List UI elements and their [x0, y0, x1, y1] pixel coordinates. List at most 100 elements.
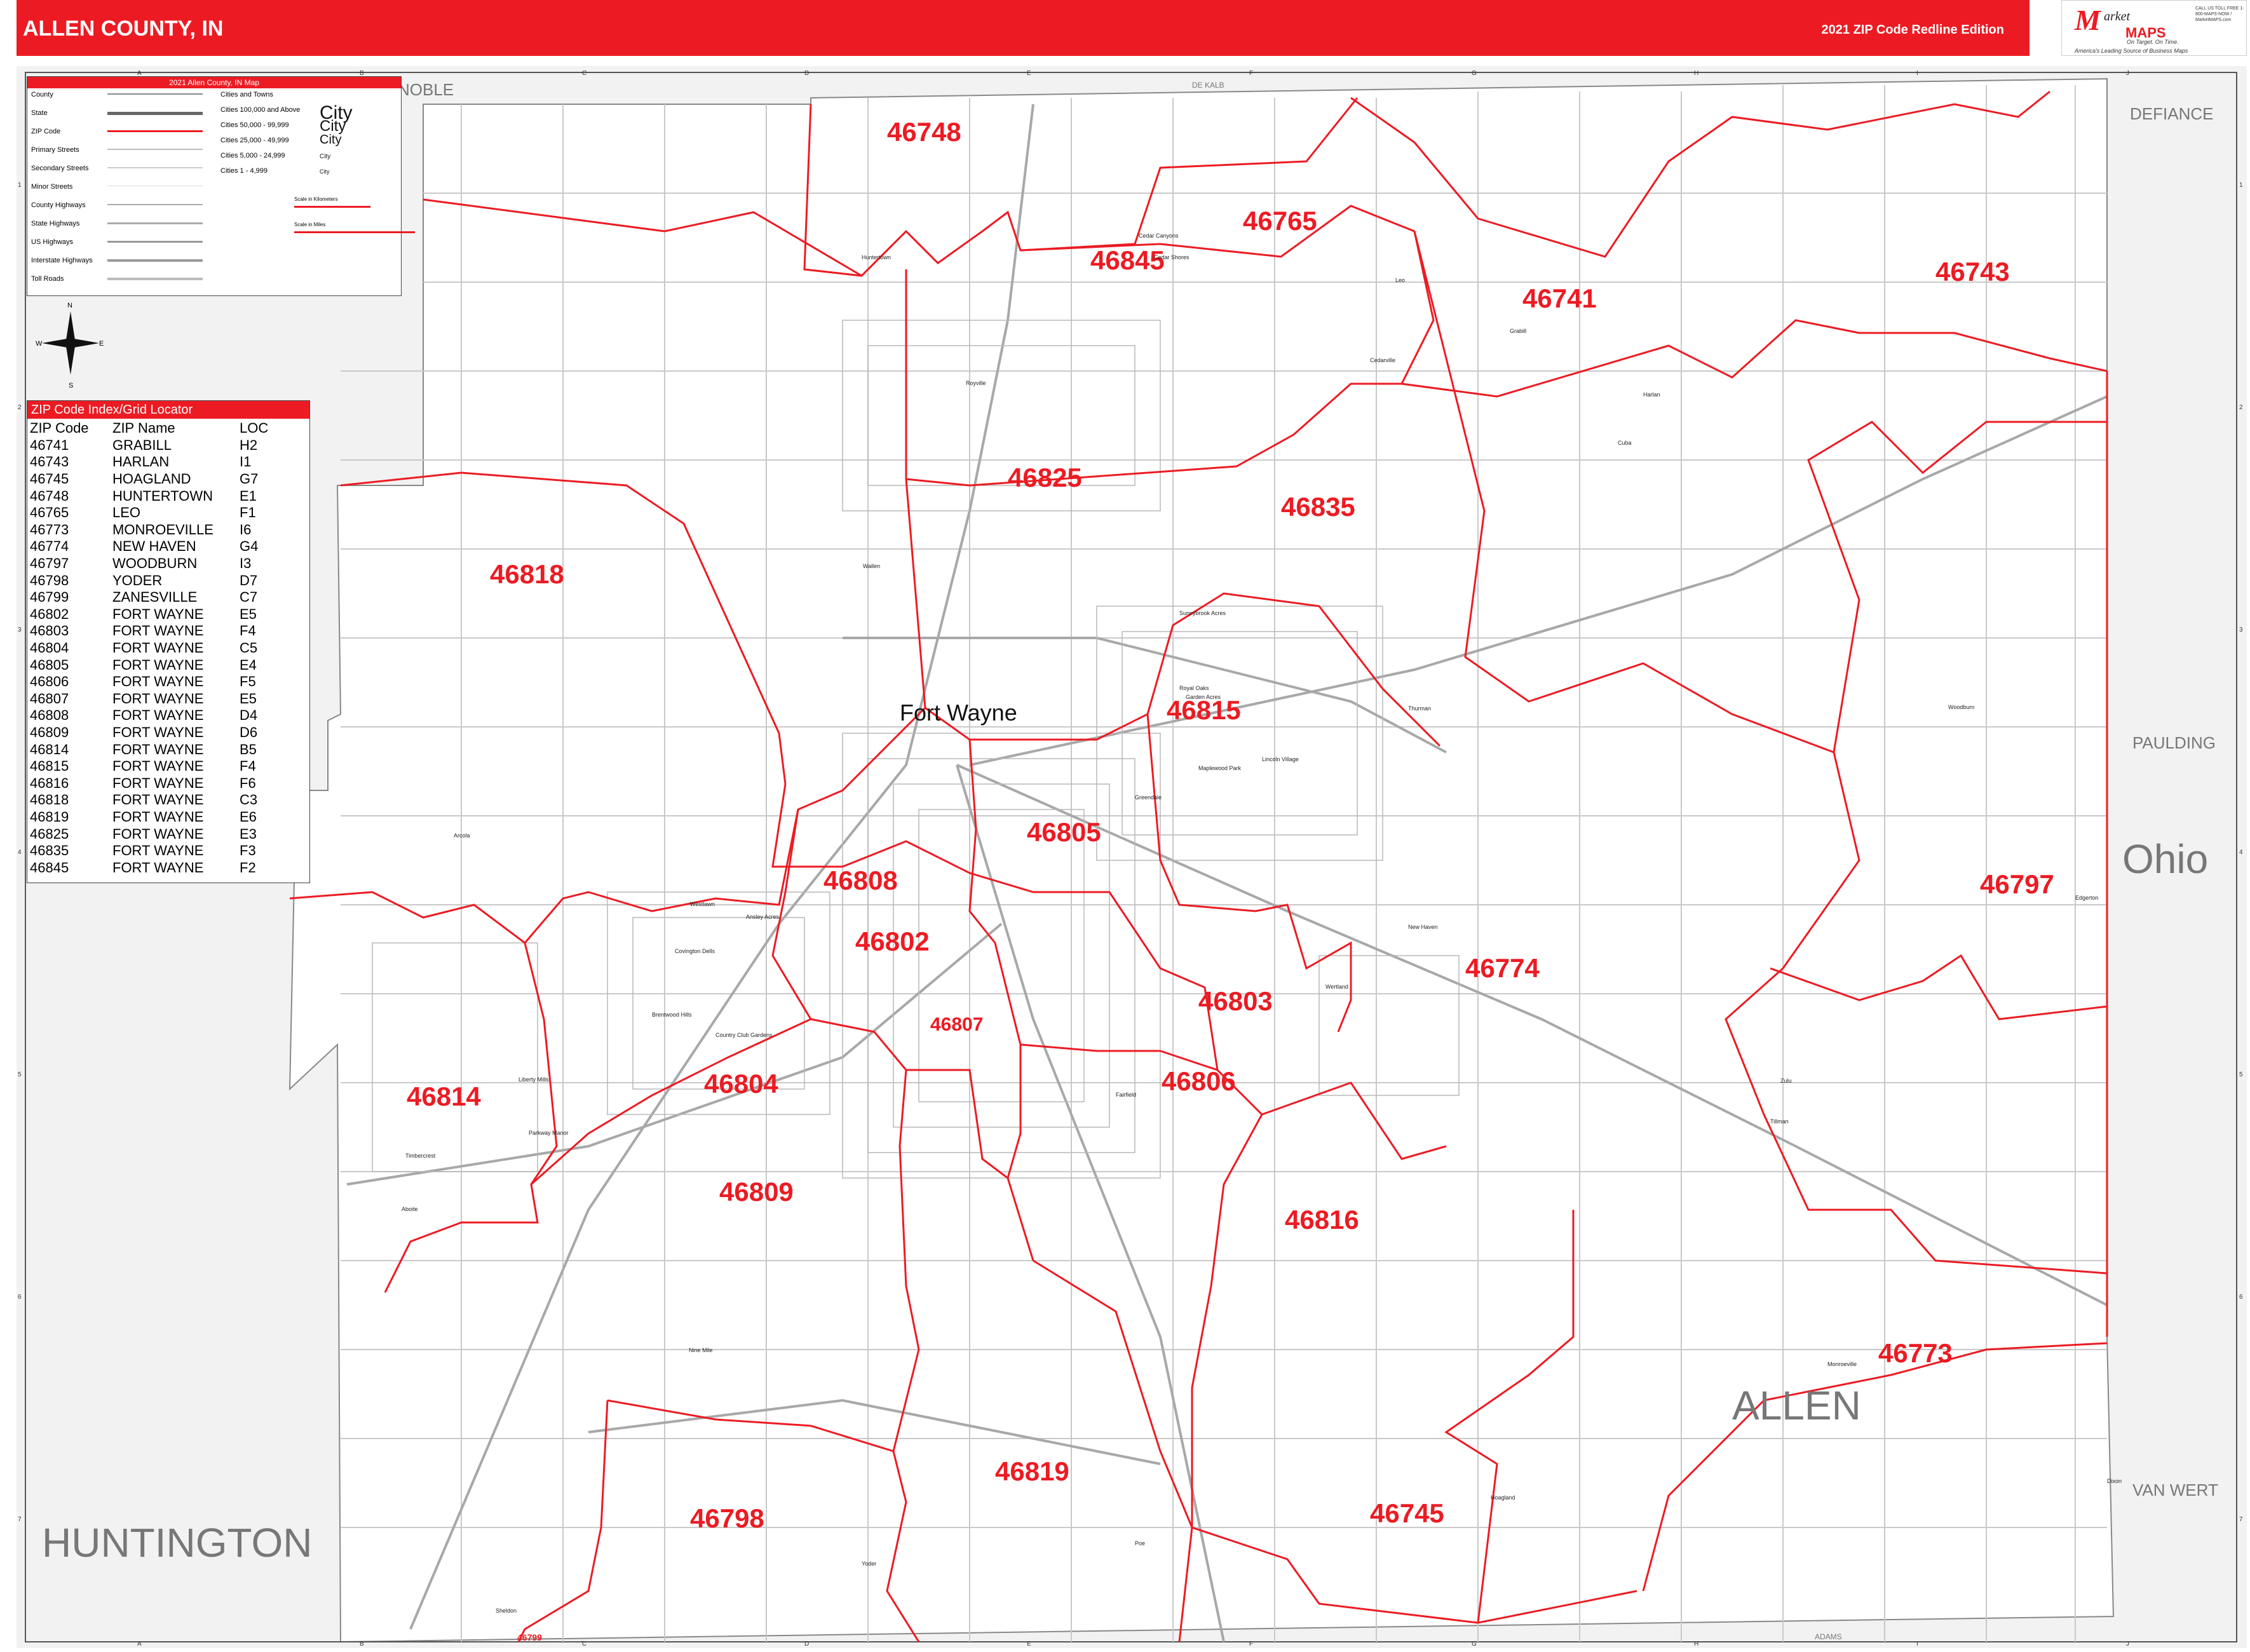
town-label: Tillman — [1770, 1118, 1789, 1125]
zip-loc-cell: E4 — [240, 656, 257, 673]
market-maps-logo: M arket MAPS On Target. On Time. America… — [2061, 0, 2247, 56]
zip-name-cell: FORT WAYNE — [112, 792, 204, 808]
table-row: 46799 ZANESVILLE C7 — [30, 589, 293, 606]
town-label: Ansley Acres — [746, 914, 780, 920]
zip-label: 46809 — [719, 1177, 794, 1207]
county-label-adams: ADAMS — [1815, 1632, 1842, 1641]
town-label: Greendale — [1135, 794, 1162, 801]
town-label: Sunnybrook Acres — [1179, 610, 1226, 616]
zip-name-cell: FORT WAYNE — [112, 640, 204, 656]
grid-row-3-left: 3 — [18, 626, 22, 633]
table-row: 46845 FORT WAYNE F2 — [30, 859, 293, 876]
legend-row-primary: Primary Streets — [31, 146, 222, 165]
zip-label: 46825 — [1008, 463, 1082, 492]
legend-cities: Cities and Towns Cities 100,000 and Abov… — [220, 91, 398, 182]
zip-label: 46802 — [855, 926, 930, 956]
grid-col-i-top: I — [1916, 70, 1918, 77]
zip-name-cell: HUNTERTOWN — [112, 487, 213, 504]
compass-needle-north — [66, 311, 75, 343]
secondary-street-swatch — [107, 167, 203, 172]
town-label: Maplewood Park — [1198, 765, 1242, 771]
zip-name-cell: FORT WAYNE — [112, 758, 204, 775]
legend-row-us-hwy: US Highways — [31, 238, 222, 257]
table-row: 46741 GRABILL H2 — [30, 437, 293, 454]
city-label-fort-wayne: Fort Wayne — [900, 700, 1017, 726]
zip-label: 46798 — [690, 1503, 764, 1533]
zip-label: 46803 — [1198, 986, 1273, 1016]
zip-name-cell: ZANESVILLE — [112, 589, 198, 606]
zip-label: 46741 — [1522, 283, 1597, 313]
map-canvas[interactable]: A B C D E F G H I J A B C D E F G H I J … — [17, 66, 2247, 1648]
primary-street-swatch — [107, 149, 203, 154]
minor-street-swatch — [107, 186, 203, 190]
table-row: 46743 HARLAN I1 — [30, 454, 293, 471]
map-frame[interactable]: A B C D E F G H I J A B C D E F G H I J … — [17, 66, 2247, 1648]
zip-index-body: 46741 GRABILL H2 46743 HARLAN I1 46745 HOAGLAND… — [30, 437, 293, 876]
zip-label: 46773 — [1878, 1338, 1953, 1368]
legend-row-minor: Minor Streets — [31, 183, 222, 201]
legend-row-state-hwy: State Highways — [31, 220, 222, 238]
zip-code-cell: 46804 — [30, 640, 69, 656]
county-swatch — [107, 93, 203, 98]
county-label-dekalb: DE KALB — [1192, 81, 1224, 90]
zip-loc-cell: E5 — [240, 606, 257, 622]
zip-label: 46748 — [887, 117, 961, 147]
town-label: Monroeville — [1827, 1361, 1857, 1367]
grid-row-4-left: 4 — [18, 849, 22, 856]
zip-loc-cell: C3 — [240, 792, 258, 808]
zip-label: 46818 — [490, 559, 564, 589]
grid-col-c-bottom: C — [582, 1641, 586, 1648]
town-label: Thurman — [1408, 705, 1431, 712]
table-row: 46797 WOODBURN I3 — [30, 555, 293, 572]
zip-name-cell: FORT WAYNE — [112, 825, 204, 842]
town-label: Woodburn — [1948, 704, 1974, 710]
town-label: Royville — [966, 380, 986, 386]
table-row: 46802 FORT WAYNE E5 — [30, 606, 293, 623]
town-label: Zulu — [1780, 1078, 1792, 1084]
compass-needle-south — [66, 343, 75, 375]
grid-row-7-right: 7 — [2239, 1516, 2243, 1523]
table-row: 46805 FORT WAYNE E4 — [30, 656, 293, 674]
compass-w: W — [36, 340, 43, 348]
grid-col-j-top: J — [2126, 70, 2129, 77]
town-label: Cedarville — [1370, 357, 1395, 363]
town-label: Liberty Mills — [518, 1076, 549, 1083]
zip-name-cell: GRABILL — [112, 437, 172, 453]
zip-name-cell: YODER — [112, 572, 163, 588]
zip-loc-cell: F2 — [240, 859, 256, 876]
town-label: Leo — [1395, 277, 1405, 283]
zip-loc-cell: B5 — [240, 741, 257, 757]
table-row: 46804 FORT WAYNE C5 — [30, 640, 293, 657]
town-label: Nine Mile — [689, 1347, 713, 1353]
zip-loc-cell: F6 — [240, 775, 256, 791]
zip-label: 46774 — [1465, 953, 1540, 983]
zip-index-col-loc: LOC — [240, 420, 269, 437]
town-label: Wertland — [1325, 984, 1348, 990]
zip-name-cell: FORT WAYNE — [112, 690, 204, 707]
zip-name-cell: FORT WAYNE — [112, 775, 204, 791]
zip-name-cell: FORT WAYNE — [112, 674, 204, 690]
zip-code-cell: 46825 — [30, 825, 69, 842]
legend-row-zip: ZIP Code — [31, 128, 222, 146]
town-label: Grabill — [1510, 328, 1526, 334]
zip-name-cell: FORT WAYNE — [112, 724, 204, 740]
town-label: Aboite — [402, 1206, 418, 1212]
zip-loc-cell: F1 — [240, 504, 256, 521]
legend-row-state: State — [31, 109, 222, 128]
scale-km-bar — [294, 206, 370, 208]
grid-row-2-right: 2 — [2239, 404, 2243, 411]
zip-index-header-row: ZIP Code ZIP Name LOC — [30, 420, 293, 437]
zip-loc-cell: E5 — [240, 690, 257, 707]
town-label: Garden Acres — [1186, 694, 1221, 700]
zip-loc-cell: I6 — [240, 521, 252, 538]
table-row: 46815 FORT WAYNE F4 — [30, 758, 293, 775]
zip-code-cell: 46815 — [30, 758, 69, 775]
table-row: 46765 LEO F1 — [30, 504, 293, 522]
county-label-huntington: HUNTINGTON — [42, 1520, 312, 1566]
zip-name-cell: FORT WAYNE — [112, 741, 204, 757]
zip-code-cell: 46806 — [30, 674, 69, 690]
map-legend: 2021 Allen County, IN Map County State Z… — [27, 76, 415, 296]
zip-loc-cell: D6 — [240, 724, 258, 740]
zip-code-cell: 46798 — [30, 572, 69, 588]
zip-label: 46797 — [1980, 869, 2054, 899]
